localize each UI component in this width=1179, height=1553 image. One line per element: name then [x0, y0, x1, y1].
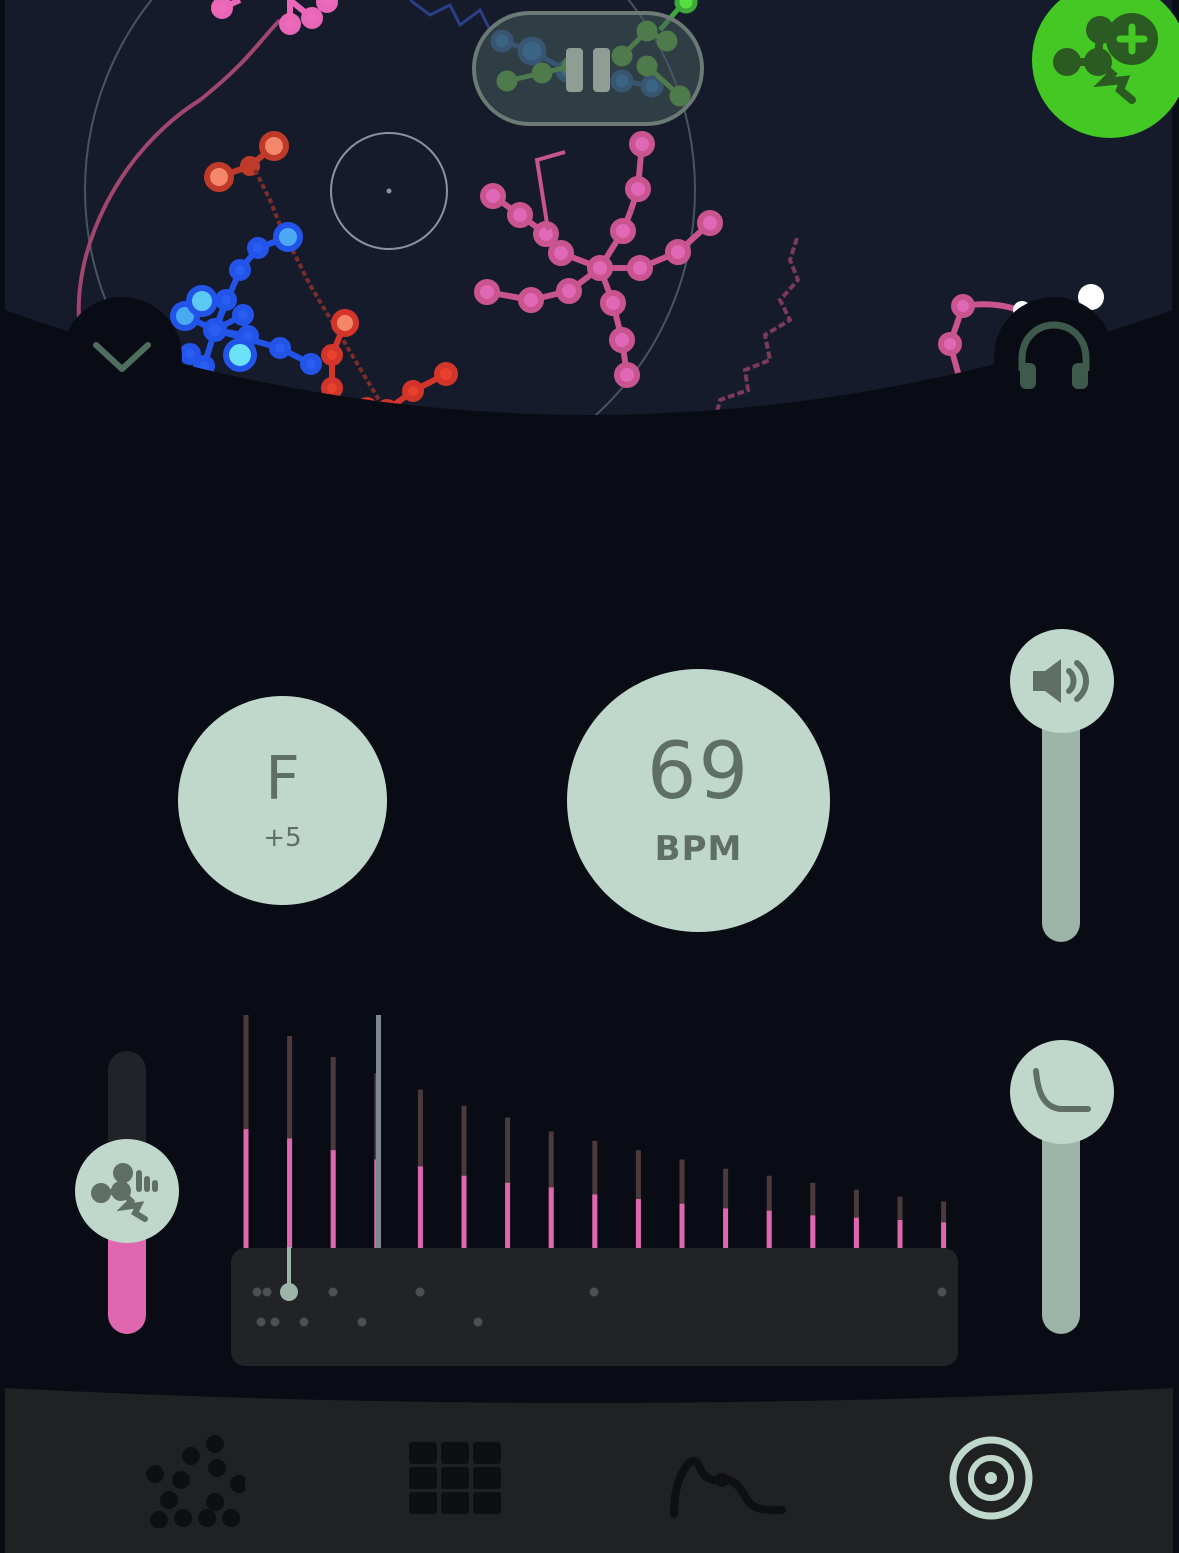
curve-line-icon — [670, 1456, 786, 1518]
nav-curves[interactable] — [645, 1418, 805, 1538]
harmonic-bar-level — [548, 1187, 554, 1248]
harmonic-bar-level — [505, 1182, 511, 1248]
harmonic-bar-level — [810, 1215, 816, 1248]
harmonic-bar-level — [287, 1138, 293, 1248]
bottom-nav — [5, 1388, 1173, 1553]
harmonics-dots — [252, 1287, 947, 1327]
harmonic-bar-level — [635, 1199, 641, 1248]
harmonic-bar-level — [897, 1220, 903, 1248]
harmonic-bar-level — [243, 1129, 249, 1248]
harmonics-handle[interactable] — [280, 1283, 298, 1301]
dots-cluster-icon — [146, 1435, 245, 1528]
harmonic-bar-level — [853, 1217, 859, 1248]
grid-icon — [409, 1442, 501, 1514]
harmonic-bar-level — [417, 1166, 423, 1248]
harmonic-bar-level — [330, 1150, 336, 1248]
app-screen: F +5 69 BPM — [0, 0, 1179, 1553]
harmonics-panel[interactable] — [231, 1248, 958, 1366]
harmonic-bar-level — [461, 1175, 467, 1248]
harmonic-bar-level — [941, 1222, 947, 1248]
harmonic-bar-level — [679, 1203, 685, 1248]
harmonics-bars[interactable] — [0, 0, 1179, 1400]
target-icon — [949, 1436, 1033, 1520]
harmonic-bar-level — [766, 1210, 772, 1248]
nav-molecules[interactable] — [115, 1418, 255, 1538]
harmonic-bar-level — [723, 1208, 729, 1248]
harmonic-bar-level — [592, 1194, 598, 1248]
harmonics-cursor — [376, 1015, 381, 1248]
nav-grid[interactable] — [385, 1418, 525, 1538]
nav-target[interactable] — [921, 1418, 1061, 1538]
